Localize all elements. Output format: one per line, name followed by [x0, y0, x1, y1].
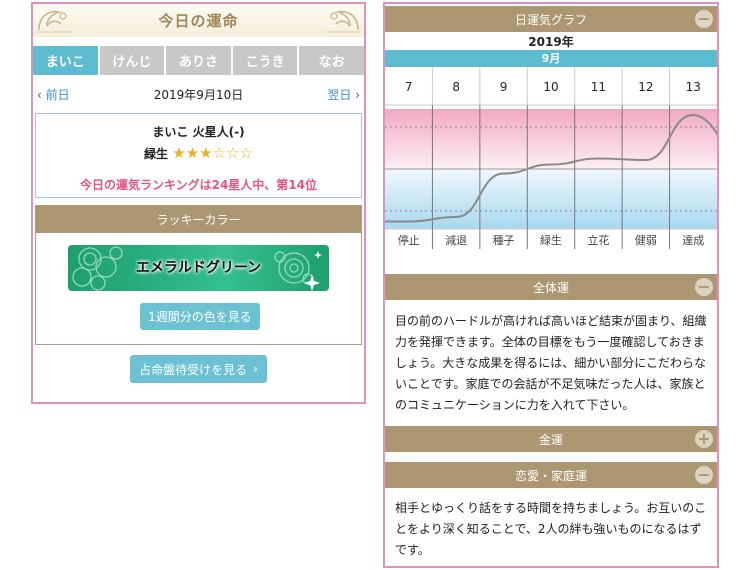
lucky-color-box: ラッキーカラー エメラルドグリーン 1週間分の色を見る [35, 205, 362, 345]
day-tick-label: 10 [543, 80, 558, 94]
overall-section-title: 全体運 [532, 280, 569, 295]
tab-nao[interactable]: なお [299, 46, 364, 75]
phase-label: 種子 [493, 233, 515, 247]
negative-band [385, 169, 717, 229]
phase-label: 達成 [682, 234, 704, 247]
fortune-wallpaper-label: 占命盤待受けを見る [139, 362, 248, 377]
phase-label: 健弱 [635, 234, 657, 247]
star-empty-icon: ☆ [226, 144, 240, 162]
collapse-icon[interactable]: − [695, 466, 713, 484]
tab-kouki[interactable]: こうき [232, 46, 298, 75]
graph-section-title: 日運気グラフ [514, 12, 587, 27]
day-tick-label: 12 [638, 80, 653, 94]
page-title: 今日の運命 [158, 12, 239, 30]
chevron-right-icon: › [355, 88, 360, 102]
ornament-icon [326, 10, 360, 33]
phase-label: 立花 [587, 233, 609, 247]
love-section-title: 恋愛・家庭運 [514, 468, 587, 483]
today-fortune-panel: 今日の運命 まいこ けんじ ありさ こうき なお ‹ 前日 2019年9月10日… [31, 2, 366, 404]
profile-name: まいこ 火星人(-) [152, 125, 245, 139]
lucky-color-heading: ラッキーカラー [36, 206, 361, 233]
star-empty-icon: ☆ [239, 144, 253, 162]
star-filled-icon: ★ [185, 144, 200, 162]
collapse-icon[interactable]: − [695, 10, 713, 28]
graph-section-header[interactable]: 日運気グラフ − [385, 6, 717, 32]
fortune-wallpaper-button[interactable]: 占命盤待受けを見る › [130, 355, 267, 383]
money-section-title: 金運 [538, 432, 563, 447]
overall-section-header[interactable]: 全体運 − [385, 274, 717, 300]
phase-label: 停止 [398, 233, 420, 247]
phase-label: 緑生 [540, 233, 562, 247]
weekly-colors-button[interactable]: 1週間分の色を見る [140, 303, 260, 330]
day-tick-label: 13 [686, 80, 701, 94]
lucky-color-name: エメラルドグリーン [135, 260, 262, 276]
star-filled-icon: ★ [172, 144, 186, 162]
person-tabs: まいこ けんじ ありさ こうき なお [33, 46, 364, 75]
date-navigation: ‹ 前日 2019年9月10日 翌日 › [33, 86, 364, 106]
love-section-header[interactable]: 恋愛・家庭運 − [385, 462, 717, 488]
positive-band [385, 109, 717, 169]
day-tick-label: 11 [591, 80, 606, 94]
tab-kenji[interactable]: けんじ [99, 46, 165, 75]
next-day-link[interactable]: 翌日 › [327, 86, 360, 103]
fortune-type: 緑生 [144, 147, 169, 161]
graph-month: 9月 [385, 50, 717, 67]
day-tick-label: 9 [500, 80, 508, 94]
chevron-right-icon: › [253, 362, 258, 376]
phase-label: 減退 [445, 233, 467, 247]
tab-arisa[interactable]: ありさ [166, 46, 231, 75]
profile-box: まいこ 火星人(-) 緑生 ★★★☆☆☆ 今日の運気ランキングは24星人中、第1… [35, 113, 362, 198]
day-tick-label: 7 [405, 80, 413, 94]
love-fortune-text: 相手とゆっくり話をする時間を持ちましょう。お互いのことをより深く知ることで、2人… [395, 501, 707, 557]
tab-maiko[interactable]: まいこ [33, 46, 98, 75]
star-empty-icon: ☆ [212, 144, 227, 162]
next-day-label: 翌日 [327, 88, 352, 102]
graph-year: 2019年 [528, 35, 574, 49]
ranking-text: 今日の運気ランキングは24星人中、第14位 [79, 178, 318, 192]
expand-icon[interactable]: + [695, 430, 713, 448]
current-date: 2019年9月10日 [153, 88, 244, 102]
day-tick-label: 8 [452, 80, 460, 94]
lucky-color-banner: エメラルドグリーン [68, 245, 329, 291]
fortune-detail-panel: 日運気グラフ − 2019年 9月 7 8 9 10 11 12 13 停止 減退 種子 緑生 立花 健… [383, 2, 719, 568]
overall-fortune-text: 目の前のハードルが高ければ高いほど結束が固まり、組織力を発揮できます。全体の目標… [395, 314, 707, 412]
collapse-icon[interactable]: − [695, 278, 713, 296]
panel-header: 今日の運命 [33, 4, 364, 37]
fortune-rating: 緑生 ★★★☆☆☆ [36, 144, 361, 162]
money-section-header[interactable]: 金運 + [385, 426, 717, 452]
star-filled-icon: ★ [199, 144, 213, 162]
star-rating: ★★★☆☆☆ [172, 144, 253, 162]
fortune-graph: 7 8 9 10 11 12 13 停止 減退 種子 緑生 立花 健弱 達成 [385, 67, 717, 249]
